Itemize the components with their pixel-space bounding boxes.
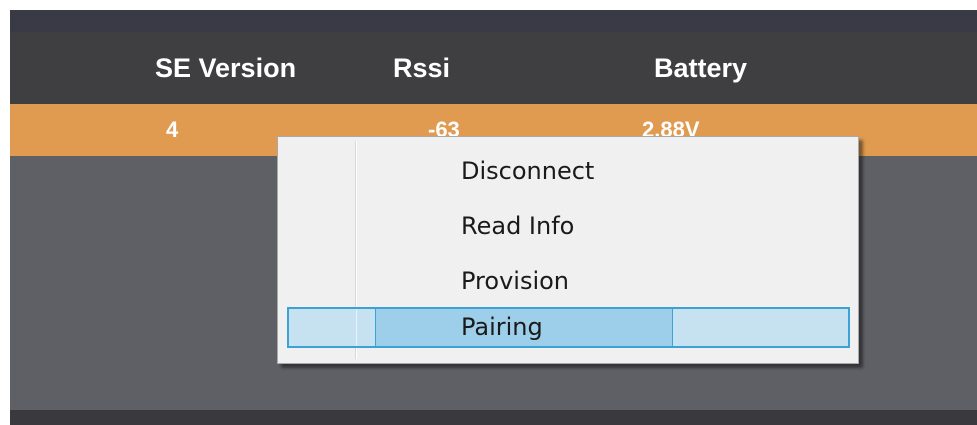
column-header-rssi[interactable]: Rssi [393,32,450,104]
table-header: SE Version Rssi Battery [10,32,977,104]
menu-item-read-info[interactable]: Read Info [287,206,850,247]
menu-item-label: Disconnect [461,157,595,185]
menu-item-provision[interactable]: Provision [287,261,850,302]
menu-item-label: Read Info [461,212,575,240]
highlight-gutter-line [356,309,357,346]
bottom-strip [10,410,977,425]
top-strip [10,10,977,32]
column-header-se-version[interactable]: SE Version [155,32,296,104]
cell-se-version: 4 [166,117,179,142]
menu-item-disconnect[interactable]: Disconnect [287,151,850,192]
context-menu: Disconnect Read Info Provision Pairing [277,136,859,364]
menu-item-label: Pairing [461,313,543,341]
menu-item-pairing[interactable]: Pairing [287,307,850,348]
column-header-battery[interactable]: Battery [654,32,747,104]
menu-item-label: Provision [461,267,570,295]
